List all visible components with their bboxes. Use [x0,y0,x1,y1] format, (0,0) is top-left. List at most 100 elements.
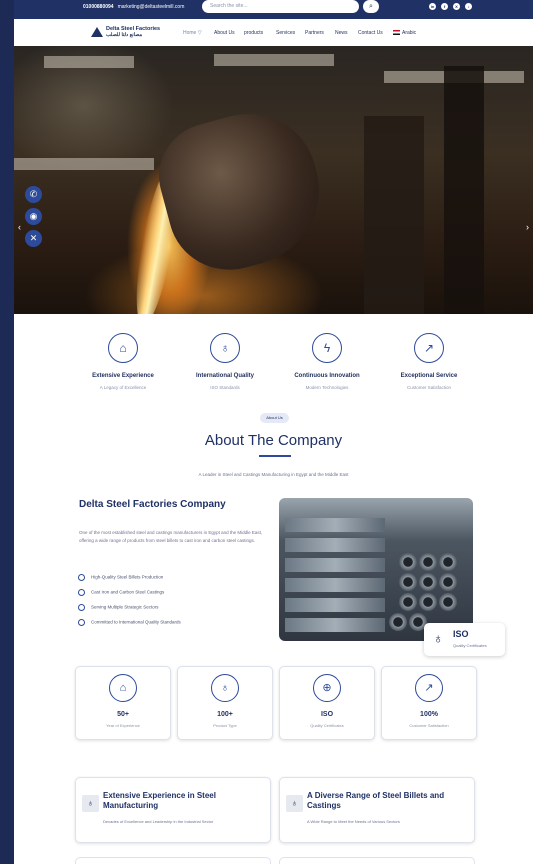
trend-up-icon: ↗ [415,674,443,702]
steel-pipe [399,593,417,611]
award-icon: ♁ [286,795,303,812]
feature-item: ⌂ Extensive Experience A Legacy of Excel… [68,333,178,390]
nav-item-home[interactable]: Home ▽ [183,30,202,36]
feature-item: ϟ Continuous Innovation Modern Technolog… [272,333,382,390]
checklist-item: High-Quality Steel Billets Production [78,574,163,581]
nav-item-products[interactable]: products [244,30,263,36]
card-title: Extensive Experience in Steel Manufactur… [103,791,216,810]
iso-title: ISO [453,629,469,639]
service-card-partial[interactable] [279,857,475,864]
slider-prev-icon[interactable]: ‹ [18,222,21,232]
checklist-text: Committed to International Quality Stand… [91,619,181,625]
stat-label: Year of Experience [106,723,140,728]
feature-title: Continuous Innovation [294,373,360,379]
close-floating-button[interactable]: ✕ [25,230,42,247]
iso-certificate-card: ♁ ISO Quality Certificates [424,623,505,656]
company-description: One of the most established steel and ca… [79,530,263,543]
slider-next-icon[interactable]: › [526,222,529,232]
language-label: Arabic [402,30,417,36]
egypt-flag-icon [393,30,400,36]
stat-label: Quality Certificates [310,723,344,728]
nav-item-news[interactable]: News [335,30,348,36]
check-circle-icon [78,619,85,626]
lightning-icon: ϟ [312,333,342,363]
feature-subtitle: Customer Satisfaction [406,385,452,390]
steel-pipe [419,573,437,591]
phone-call-button[interactable]: ✆ [25,186,42,203]
hero-window [44,56,134,68]
award-icon: ♁ [210,333,240,363]
feature-subtitle: Modern Technologies [305,385,349,390]
section-heading: About The Company [204,432,343,449]
factory-icon: ⌂ [109,674,137,702]
service-card-partial[interactable] [75,857,271,864]
service-card[interactable]: ♁ A Diverse Range of Steel Billets and C… [279,777,475,843]
checklist-item: Cast Iron and Carbon Steel Castings [78,589,164,596]
award-icon: ♁ [433,630,444,646]
phone-link[interactable]: 01000880094 [83,4,114,10]
check-circle-icon [78,589,85,596]
language-switch[interactable]: Arabic [393,30,416,36]
hero-window [214,54,334,66]
stat-label: Product Type [213,723,237,728]
check-circle-icon [78,574,85,581]
heading-divider [259,455,291,457]
stat-card: ♁ 100+ Product Type [177,666,273,740]
card-title: A Diverse Range of Steel Billets and Cas… [307,791,445,810]
x-icon[interactable]: X [453,3,460,10]
steel-pipe [389,613,407,631]
logo-text-ar: مصانع دلتا للصلب [106,32,143,38]
stat-value: 100+ [217,711,233,718]
feature-title: International Quality [195,373,254,379]
steel-billet-stack [285,538,385,552]
whatsapp-icon: ◉ [29,211,38,221]
iso-subtitle: Quality Certificates [453,643,487,648]
company-title: Delta Steel Factories Company [79,499,226,510]
logo-icon[interactable] [91,27,103,37]
nav-item-contact[interactable]: Contact Us [358,30,383,36]
email-link[interactable]: marketing@deltasteelmill.com [118,4,185,10]
phone-icon: ✆ [29,189,38,199]
stat-value: 100% [420,711,438,718]
steel-billet-stack [285,558,385,572]
steel-pipe [419,593,437,611]
ladle [147,98,336,284]
whatsapp-button[interactable]: ◉ [25,208,42,225]
stat-value: ISO [320,711,334,718]
tiktok-icon[interactable]: ♪ [465,3,472,10]
stat-card: ⊕ ISO Quality Certificates [279,666,375,740]
feature-item: ♁ International Quality ISO Standards [170,333,280,390]
nav-item-partners[interactable]: Partners [305,30,324,36]
left-edge-bar [0,0,14,864]
steel-billet-stack [285,578,385,592]
globe-icon: ⊕ [313,674,341,702]
linkedin-icon[interactable]: in [429,3,436,10]
nav-item-services[interactable]: Services [276,30,295,36]
factory-icon: ⌂ [108,333,138,363]
card-subtitle: Decades of Excellence and Leadership in … [103,819,214,824]
award-icon: ♁ [82,795,99,812]
search-button[interactable]: ⌕ [363,0,379,13]
feature-subtitle: ISO Standards [210,385,240,390]
service-card[interactable]: ♁ Extensive Experience in Steel Manufact… [75,777,271,843]
main-nav: Delta Steel Factories مصانع دلتا للصلب H… [14,19,533,47]
hero-machine [364,116,424,314]
feature-title: Extensive Experience [92,373,154,379]
hero-window [14,158,154,170]
steel-pipe [399,573,417,591]
logo[interactable]: Delta Steel Factories مصانع دلتا للصلب [106,26,160,38]
checklist-text: Serving Multiple Strategic Sectors [91,604,159,610]
checklist-item: Serving Multiple Strategic Sectors [78,604,159,611]
top-contact: 01000880094 marketing@deltasteelmill.com [83,4,184,10]
about-badge: About Us [260,413,289,423]
award-icon: ♁ [211,674,239,702]
steel-pipe [439,573,457,591]
search-input[interactable]: Search the site... [202,0,359,13]
checklist-text: High-Quality Steel Billets Production [91,574,164,580]
steel-pipe [399,553,417,571]
checklist-text: Cast Iron and Carbon Steel Castings [91,589,165,595]
nav-item-about[interactable]: About Us [214,30,235,36]
card-subtitle: A Wide Range to Meet the Needs of Variou… [307,819,400,824]
facebook-icon[interactable]: f [441,3,448,10]
top-bar: 01000880094 marketing@deltasteelmill.com … [14,0,533,19]
